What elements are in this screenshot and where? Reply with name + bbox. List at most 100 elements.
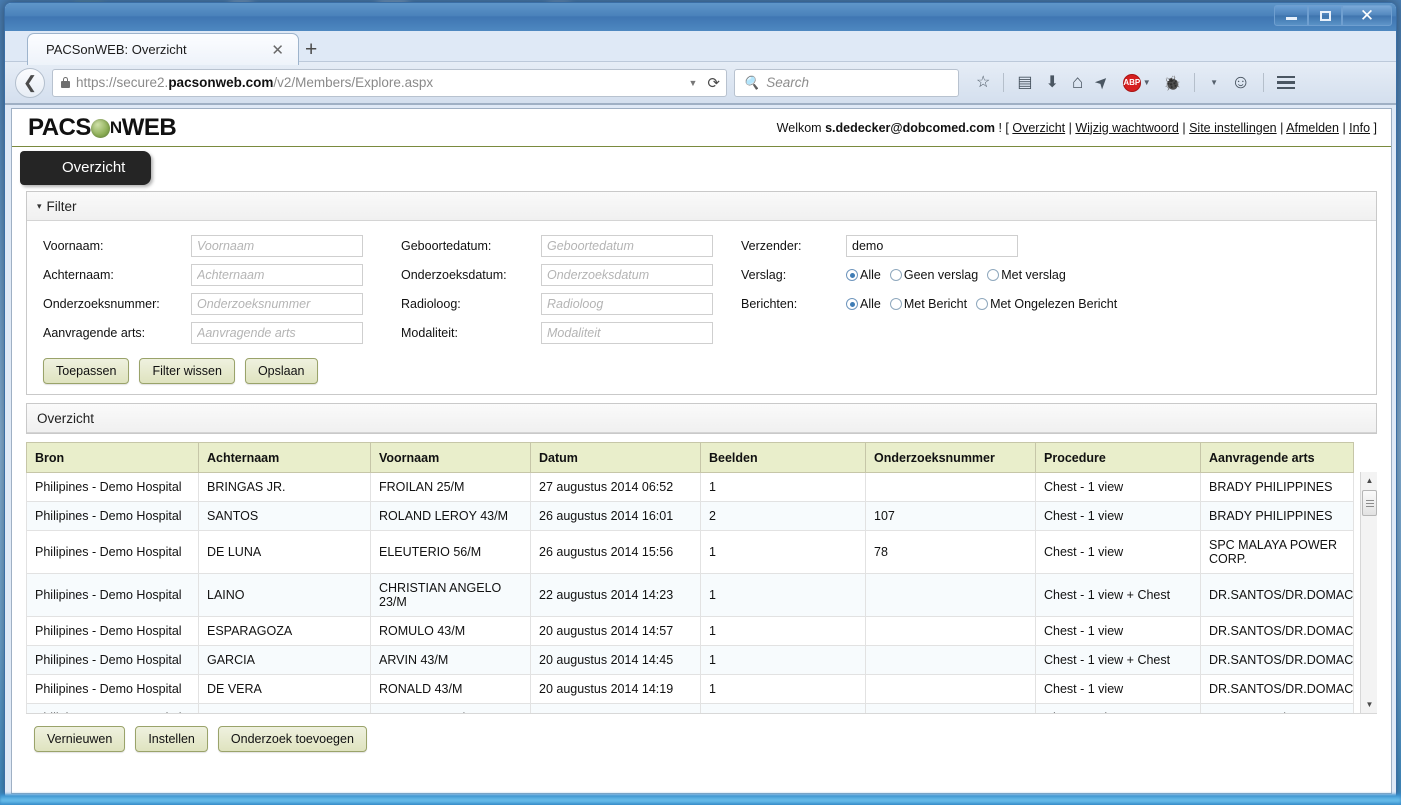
- col-onderzoeksnummer[interactable]: Onderzoeksnummer: [865, 442, 1036, 473]
- instellen-button[interactable]: Instellen: [135, 726, 208, 752]
- menu-hamburger-icon[interactable]: [1277, 75, 1296, 90]
- maximize-button[interactable]: [1308, 5, 1342, 26]
- table-vertical-scrollbar[interactable]: ▲ ▼: [1360, 472, 1377, 713]
- input-aanvragende-arts[interactable]: [191, 322, 363, 344]
- tab-overzicht[interactable]: Overzicht: [20, 151, 152, 185]
- cell-datum: 27 augustus 2014 06:52: [530, 472, 701, 502]
- welcome-prefix: Welkom: [776, 120, 822, 135]
- cell-beelden: 1: [700, 645, 866, 675]
- search-box[interactable]: 🔍 Search: [734, 68, 959, 97]
- cell-achternaam: ESPARAGOZA: [198, 616, 371, 646]
- feedback-smiley-icon[interactable]: ☺: [1231, 73, 1250, 92]
- radio-verslag-alle[interactable]: Alle: [846, 268, 881, 282]
- header-link-site-instellingen[interactable]: Site instellingen: [1189, 121, 1277, 135]
- onderzoek-toevoegen-button[interactable]: Onderzoek toevoegen: [217, 726, 367, 752]
- vernieuwen-button[interactable]: Vernieuwen: [34, 726, 126, 752]
- filter-column-3: Verzender: Verslag: Alle Geen verslag Me…: [741, 235, 1360, 344]
- input-onderzoeksdatum[interactable]: [541, 264, 713, 286]
- reload-icon[interactable]: ⟳: [703, 74, 720, 92]
- input-achternaam[interactable]: [191, 264, 363, 286]
- table-row[interactable]: Philipines - Demo Hospital GARCIA ARVIN …: [26, 645, 1354, 675]
- table-row[interactable]: Philipines - Demo Hospital BALLONZA FLOR…: [26, 703, 1354, 713]
- chevron-down-icon[interactable]: ▼: [689, 78, 698, 88]
- browser-tab[interactable]: PACSonWEB: Overzicht ✕: [27, 33, 299, 65]
- label-geboortedatum: Geboortedatum:: [401, 239, 492, 253]
- logo-text-right: WEB: [121, 113, 177, 141]
- filter-panel-header[interactable]: ▾ Filter: [27, 192, 1376, 221]
- radio-verslag-geen[interactable]: Geen verslag: [889, 268, 979, 282]
- input-modaliteit[interactable]: [541, 322, 713, 344]
- field-geboortedatum: Geboortedatum:: [401, 235, 741, 257]
- col-procedure[interactable]: Procedure: [1035, 442, 1201, 473]
- cell-bron: Philipines - Demo Hospital: [26, 472, 199, 502]
- table-row[interactable]: Philipines - Demo Hospital SANTOS ROLAND…: [26, 501, 1354, 531]
- cell-achternaam: DE LUNA: [198, 530, 371, 574]
- filter-wissen-button[interactable]: Filter wissen: [139, 358, 235, 384]
- cell-bron: Philipines - Demo Hospital: [26, 645, 199, 675]
- cell-datum: 20 augustus 2014 14:11: [530, 703, 701, 713]
- reading-list-icon[interactable]: ▤: [1017, 74, 1032, 91]
- share-icon[interactable]: ➤: [1092, 71, 1114, 93]
- header-link-overzicht[interactable]: Overzicht: [1012, 121, 1065, 135]
- chevron-down-icon[interactable]: ▾: [37, 201, 42, 212]
- radio-berichten-alle[interactable]: Alle: [846, 297, 881, 311]
- table-body: Philipines - Demo Hospital BRINGAS JR. F…: [26, 472, 1354, 713]
- close-icon[interactable]: ✕: [265, 41, 290, 59]
- home-icon[interactable]: ⌂: [1072, 73, 1083, 92]
- radio-berichten-ongelezen[interactable]: Met Ongelezen Bericht: [976, 297, 1117, 311]
- header-link-info[interactable]: Info: [1349, 121, 1370, 135]
- adblock-plus-icon[interactable]: ABP ▼: [1122, 73, 1151, 92]
- cell-achternaam: GARCIA: [198, 645, 371, 675]
- table-row[interactable]: Philipines - Demo Hospital ESPARAGOZA RO…: [26, 616, 1354, 646]
- col-aanvragende-arts[interactable]: Aanvragende arts: [1200, 442, 1354, 473]
- col-beelden[interactable]: Beelden: [700, 442, 866, 473]
- downloads-icon[interactable]: ⬇: [1045, 74, 1058, 91]
- col-bron[interactable]: Bron: [26, 442, 199, 473]
- input-geboortedatum[interactable]: [541, 235, 713, 257]
- cell-onderzoeksnummer: [865, 703, 1036, 713]
- toepassen-button[interactable]: Toepassen: [43, 358, 130, 384]
- table-row[interactable]: Philipines - Demo Hospital DE LUNA ELEUT…: [26, 530, 1354, 574]
- results-scroll-area: Bron Achternaam Voornaam Datum Beelden O…: [26, 442, 1377, 714]
- close-button[interactable]: ✕: [1342, 5, 1392, 26]
- address-bar[interactable]: https://secure2.pacsonweb.com/v2/Members…: [52, 68, 727, 97]
- chevron-down-icon[interactable]: ▼: [1210, 78, 1218, 87]
- new-tab-button[interactable]: +: [305, 39, 317, 60]
- table-row[interactable]: Philipines - Demo Hospital DE VERA RONAL…: [26, 674, 1354, 704]
- desktop-taskbar: [0, 794, 1401, 805]
- url-text: https://secure2.pacsonweb.com/v2/Members…: [76, 75, 683, 90]
- table-row[interactable]: Philipines - Demo Hospital BRINGAS JR. F…: [26, 472, 1354, 502]
- radio-verslag-met[interactable]: Met verslag: [987, 268, 1066, 282]
- radio-verslag-geen-label: Geen verslag: [903, 268, 979, 282]
- col-achternaam[interactable]: Achternaam: [198, 442, 371, 473]
- cell-arts: DR.SANTOS/DR.DOMAC: [1200, 703, 1354, 713]
- opslaan-button[interactable]: Opslaan: [244, 358, 318, 384]
- radio-icon: [889, 298, 902, 310]
- cell-beelden: 1: [700, 703, 866, 713]
- table-header-row: Bron Achternaam Voornaam Datum Beelden O…: [26, 442, 1354, 473]
- cell-achternaam: SANTOS: [198, 501, 371, 531]
- scroll-down-arrow-icon[interactable]: ▼: [1361, 696, 1377, 713]
- input-voornaam[interactable]: [191, 235, 363, 257]
- col-voornaam[interactable]: Voornaam: [370, 442, 531, 473]
- back-button[interactable]: ❮: [15, 67, 45, 98]
- col-datum[interactable]: Datum: [530, 442, 701, 473]
- input-verzender[interactable]: [846, 235, 1018, 257]
- input-radioloog[interactable]: [541, 293, 713, 315]
- input-onderzoeksnummer[interactable]: [191, 293, 363, 315]
- radio-berichten-met-bericht[interactable]: Met Bericht: [889, 297, 967, 311]
- scroll-up-arrow-icon[interactable]: ▲: [1361, 472, 1377, 489]
- cell-bron: Philipines - Demo Hospital: [26, 573, 199, 617]
- table-row[interactable]: Philipines - Demo Hospital LAINO CHRISTI…: [26, 573, 1354, 617]
- chevron-down-icon[interactable]: ▼: [1143, 78, 1151, 87]
- browser-tabstrip: PACSonWEB: Overzicht ✕ +: [5, 31, 1396, 65]
- header-link-afmelden[interactable]: Afmelden: [1286, 121, 1339, 135]
- cell-bron: Philipines - Demo Hospital: [26, 674, 199, 704]
- scrollbar-thumb[interactable]: [1362, 490, 1377, 516]
- minimize-button[interactable]: [1274, 5, 1308, 26]
- header-link-wijzig-wachtwoord[interactable]: Wijzig wachtwoord: [1075, 121, 1179, 135]
- firebug-icon[interactable]: 🐞: [1164, 76, 1181, 90]
- cell-arts: DR.SANTOS/DR.DOMACENA: [1200, 674, 1354, 704]
- cell-arts: BRADY PHILIPPINES: [1200, 472, 1354, 502]
- bookmark-star-icon[interactable]: ☆: [976, 74, 990, 91]
